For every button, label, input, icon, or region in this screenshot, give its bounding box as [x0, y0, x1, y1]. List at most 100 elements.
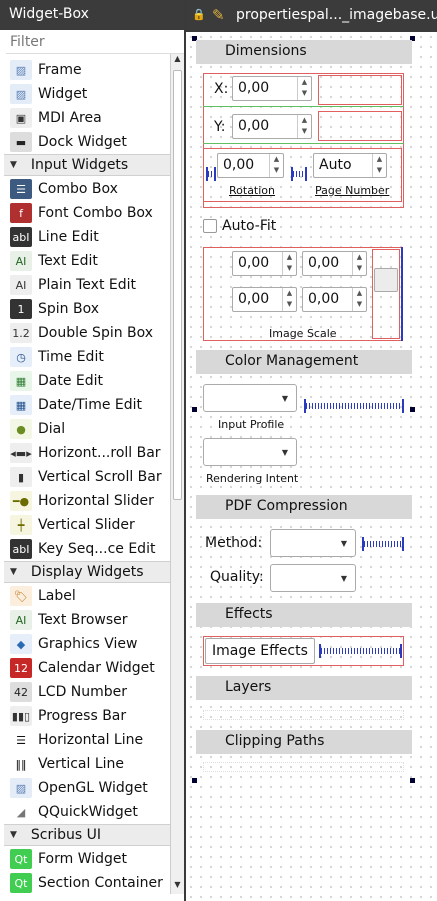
quality-label: Quality:	[210, 569, 264, 585]
resize-handle-br[interactable]	[410, 778, 415, 783]
color-management-section-header[interactable]: Color Management	[196, 350, 412, 374]
dimensions-section-header[interactable]: Dimensions	[196, 40, 412, 64]
widget-item-label: Font Combo Box	[38, 205, 153, 221]
layers-layout	[203, 710, 404, 720]
auto-fit-label[interactable]: Auto-Fit	[222, 218, 276, 234]
y-label: Y:	[214, 119, 226, 135]
y-spinbox[interactable]: 0,00 ▲ ▼	[232, 114, 312, 139]
scale-y2-spinbox[interactable]: 0,00 ▲ ▼	[302, 287, 367, 312]
page-number-stepper[interactable]: ▲ ▼	[372, 154, 386, 177]
scroll-down-icon[interactable]: ▼	[171, 880, 184, 894]
widget-item-label: Section Container	[38, 875, 163, 891]
category-input-widgets[interactable]: ▼ Input Widgets	[4, 154, 170, 176]
clipping-paths-section-header[interactable]: Clipping Paths	[196, 730, 412, 754]
page-number-spinbox[interactable]: Auto ▲ ▼	[313, 153, 387, 178]
widget-item-time-edit[interactable]: ◷ Time Edit	[4, 345, 170, 369]
widget-item-label[interactable]: 🏷 Label	[4, 584, 170, 608]
widget-item-double-spin-box[interactable]: 1.2 Double Spin Box	[4, 321, 170, 345]
x-spinbox[interactable]: 0,00 ▲ ▼	[232, 76, 312, 101]
widget-item-combo-box[interactable]: ☰ Combo Box	[4, 177, 170, 201]
resize-handle-ml[interactable]	[192, 407, 197, 412]
widget-item-plain-text-edit[interactable]: AI Plain Text Edit	[4, 273, 170, 297]
widget-item-lcd-number[interactable]: 42 LCD Number	[4, 680, 170, 704]
widget-item-label: Double Spin Box	[38, 325, 154, 341]
form-canvas[interactable]: Dimensions X: 0,00 ▲ ▼ Y: 0,00 ▲ ▼ 0,00 ▲ ▼…	[186, 32, 437, 901]
widget-item-section-container[interactable]: Qt Section Container	[4, 871, 170, 894]
widget-item-text-edit[interactable]: AI Text Edit	[4, 249, 170, 273]
quality-combo[interactable]: ▼	[270, 564, 356, 592]
widget-item-dial[interactable]: ● Dial	[4, 417, 170, 441]
widget-item-dock-widget[interactable]: ▬ Dock Widget	[4, 130, 170, 154]
widget-item-label: Horizont...roll Bar	[38, 445, 161, 461]
widget-item-date-time-edit[interactable]: ▦ Date/Time Edit	[4, 393, 170, 417]
date-edit-icon: ▦	[10, 371, 32, 391]
widget-item-vertical-scroll-bar[interactable]: ▮ Vertical Scroll Bar	[4, 465, 170, 489]
widget-item-vertical-slider[interactable]: ┿ Vertical Slider	[4, 513, 170, 537]
auto-fit-checkbox[interactable]	[203, 219, 217, 233]
scale-x1-spinbox[interactable]: 0,00 ▲ ▼	[232, 251, 297, 276]
widget-list-scrollbar[interactable]: ▲ ▼	[170, 54, 184, 894]
widget-item-opengl-widget[interactable]: ▨ OpenGL Widget	[4, 776, 170, 800]
scale-y1-stepper[interactable]: ▲ ▼	[282, 288, 296, 311]
category-display-widgets[interactable]: ▼ Display Widgets	[4, 561, 170, 583]
x-stepper[interactable]: ▲ ▼	[297, 77, 311, 100]
widget-item-graphics-view[interactable]: ◆ Graphics View	[4, 632, 170, 656]
widget-item-qquickwidget[interactable]: ◢ QQuickWidget	[4, 800, 170, 824]
horizontal-slider-icon: ━●	[10, 491, 32, 511]
widget-item-label: Key Seq...ce Edit	[38, 541, 156, 557]
scale-y1-spinbox[interactable]: 0,00 ▲ ▼	[232, 287, 297, 312]
spin-box-icon: 1	[10, 299, 32, 319]
method-combo[interactable]: ▼	[270, 529, 356, 557]
filter-input[interactable]: Filter	[6, 30, 184, 54]
widget-box-title: Widget-Box	[0, 0, 184, 30]
key-sequence-edit-icon: abI	[10, 539, 32, 559]
widget-item-spin-box[interactable]: 1 Spin Box	[4, 297, 170, 321]
method-label: Method:	[205, 535, 263, 551]
widget-item-frame[interactable]: ▨ Frame	[4, 58, 170, 82]
widget-item-form-widget[interactable]: Qt Form Widget	[4, 847, 170, 871]
rotation-label: Rotation	[229, 184, 276, 197]
frame-icon: ▨	[10, 60, 32, 80]
expand-arrow-icon: ▼	[10, 830, 17, 840]
editor-tab-title[interactable]: propertiespal..._imagebase.u	[236, 7, 437, 23]
scale-x2-stepper[interactable]: ▲ ▼	[352, 252, 366, 275]
rendering-intent-combo[interactable]: ▼	[203, 438, 297, 466]
scale-x2-spinbox[interactable]: 0,00 ▲ ▼	[302, 251, 367, 276]
widget-item-progress-bar[interactable]: ▮▮▯ Progress Bar	[4, 704, 170, 728]
widget-item-font-combo-box[interactable]: f Font Combo Box	[4, 201, 170, 225]
x-value: 0,00	[238, 80, 270, 96]
rotation-spinbox[interactable]: 0,00 ▲ ▼	[217, 153, 284, 178]
widget-item-calendar-widget[interactable]: 12 Calendar Widget	[4, 656, 170, 680]
widget-item-vertical-line[interactable]: ‖‖ Vertical Line	[4, 752, 170, 776]
widget-item-horizontal-line[interactable]: ☰ Horizontal Line	[4, 728, 170, 752]
horizontal-spacer	[206, 167, 216, 181]
widget-item-label: Date/Time Edit	[38, 397, 143, 413]
widget-item-date-edit[interactable]: ▦ Date Edit	[4, 369, 170, 393]
widget-item-mdi-area[interactable]: ▣ MDI Area	[4, 106, 170, 130]
input-profile-combo[interactable]: ▼	[203, 384, 297, 412]
image-effects-button[interactable]: Image Effects	[205, 638, 315, 664]
widget-item-text-browser[interactable]: AI Text Browser	[4, 608, 170, 632]
category-scribus-ui[interactable]: ▼ Scribus UI	[4, 824, 170, 846]
scrollbar-thumb[interactable]	[173, 70, 182, 500]
effects-section-header[interactable]: Effects	[196, 603, 412, 627]
scroll-up-icon[interactable]: ▲	[171, 54, 184, 68]
widget-item-horizontal-slider[interactable]: ━● Horizontal Slider	[4, 489, 170, 513]
combo-box-icon: ☰	[10, 179, 32, 199]
horizontal-scroll-bar-icon: ◂▬▸	[10, 443, 32, 463]
widget-item-line-edit[interactable]: abI Line Edit	[4, 225, 170, 249]
keep-ratio-button[interactable]	[374, 268, 398, 292]
rotation-stepper[interactable]: ▲ ▼	[269, 154, 283, 177]
scale-y2-stepper[interactable]: ▲ ▼	[352, 288, 366, 311]
widget-item-horizont-roll-bar[interactable]: ◂▬▸ Horizont...roll Bar	[4, 441, 170, 465]
y-stepper[interactable]: ▲ ▼	[297, 115, 311, 138]
resize-handle-mr[interactable]	[410, 407, 415, 412]
scale-x1-stepper[interactable]: ▲ ▼	[282, 252, 296, 275]
resize-handle-bl[interactable]	[192, 778, 197, 783]
widget-item-widget[interactable]: ▨ Widget	[4, 82, 170, 106]
layers-section-header[interactable]: Layers	[196, 676, 412, 700]
widget-item-key-seq-ce-edit[interactable]: abI Key Seq...ce Edit	[4, 537, 170, 561]
horizontal-line-icon: ☰	[10, 730, 32, 750]
pdf-compression-section-header[interactable]: PDF Compression	[196, 495, 412, 519]
scale-y2-value: 0,00	[308, 291, 340, 307]
